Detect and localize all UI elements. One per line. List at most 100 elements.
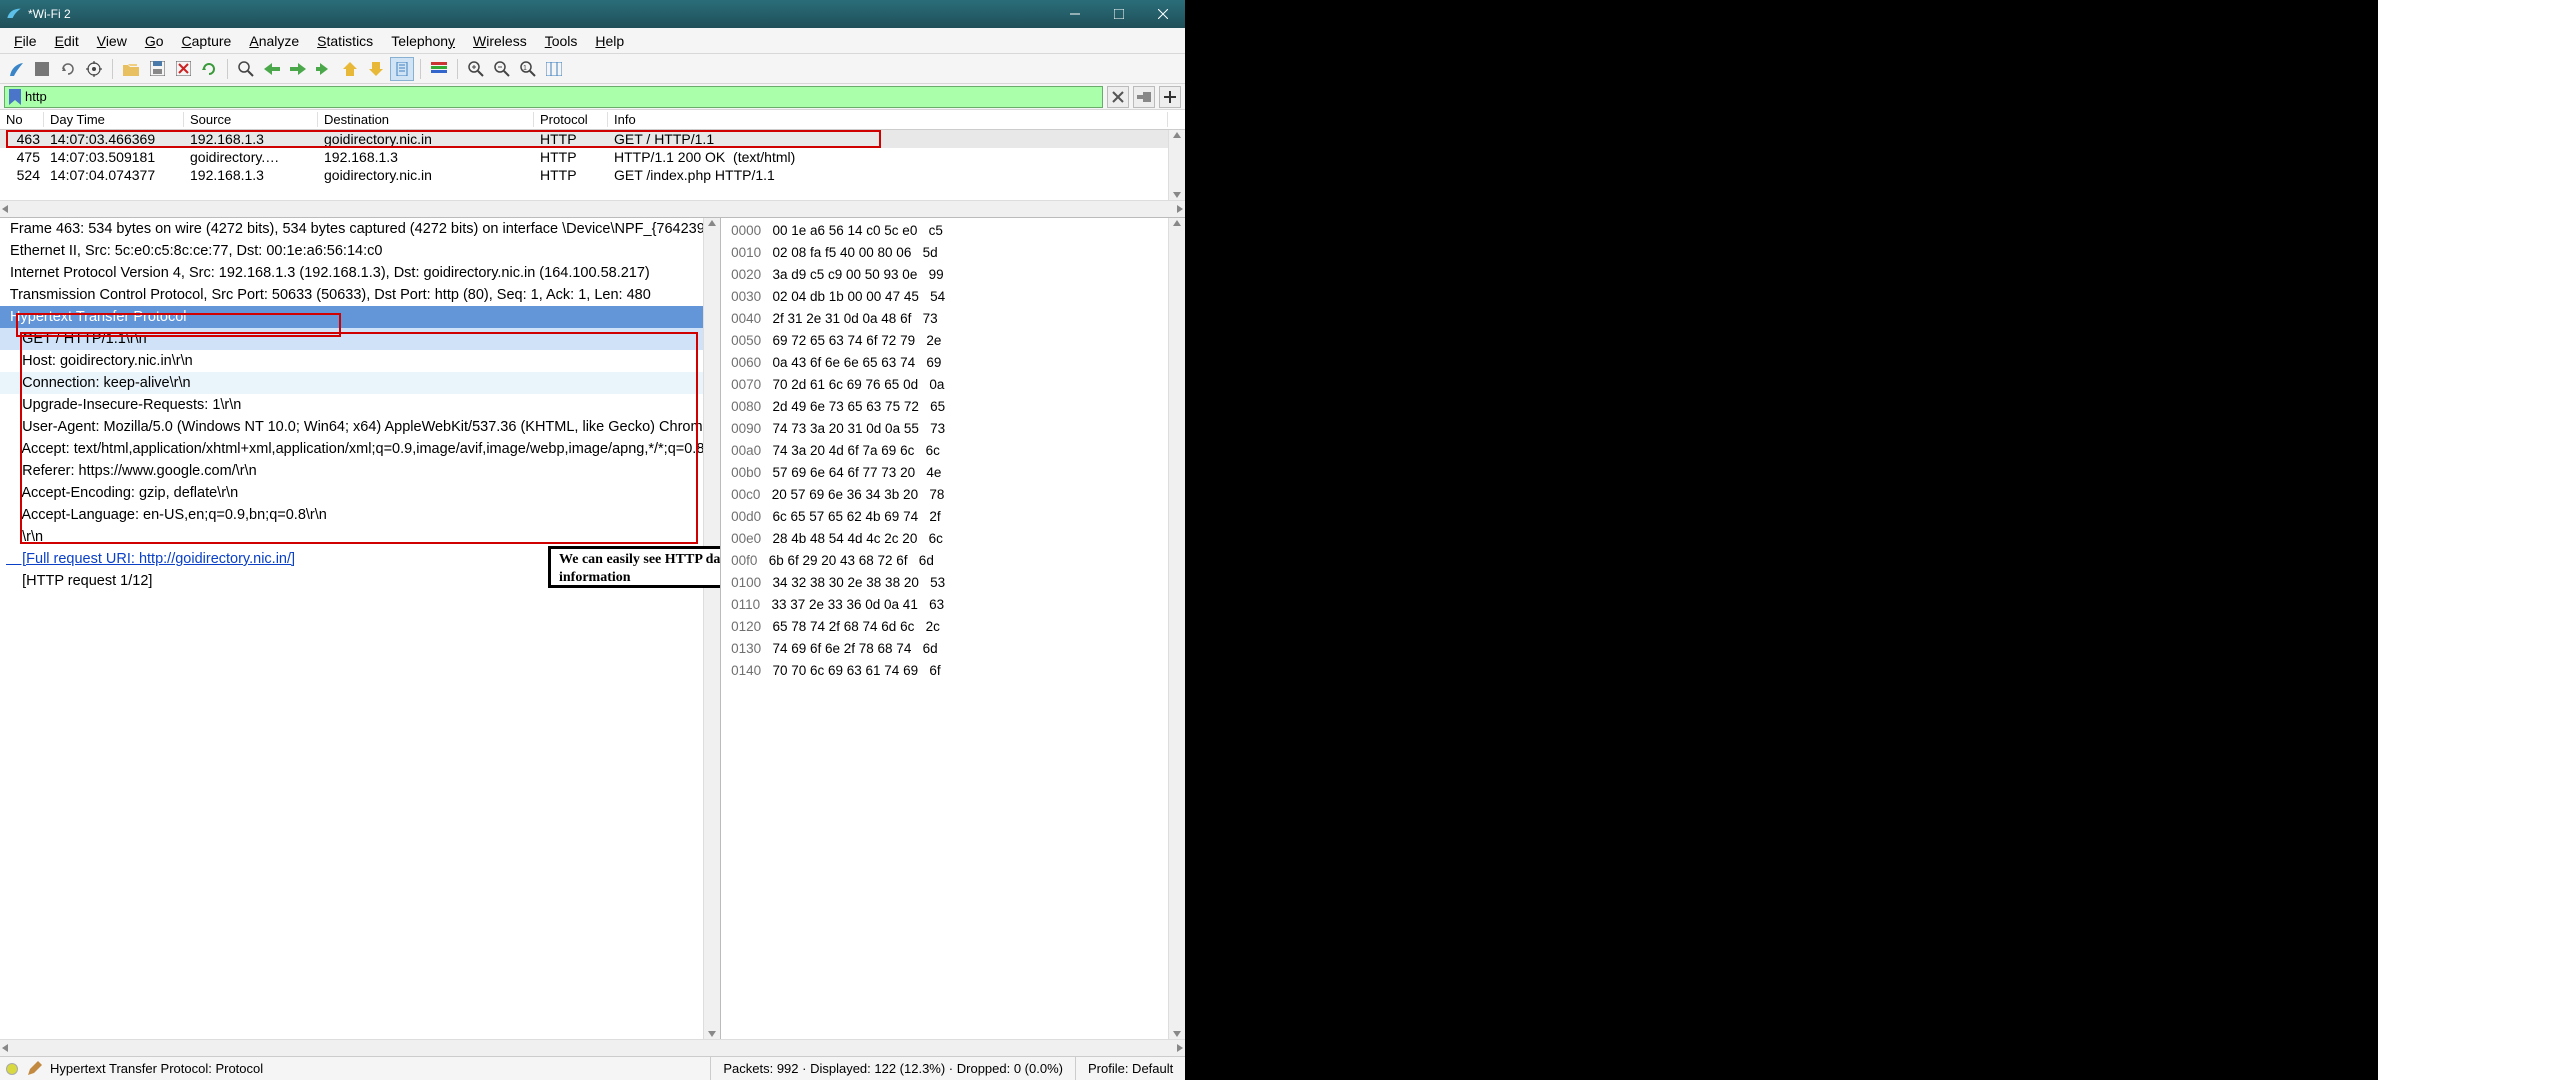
restart-capture-icon[interactable] [56,57,80,81]
hex-row[interactable]: 0010 02 08 fa f5 40 00 80 06 5d [731,242,1181,264]
status-profile[interactable]: Profile: Default [1075,1057,1185,1080]
packet-row[interactable]: 463 14:07:03.466369 192.168.1.3 goidirec… [0,130,1185,148]
zoom-reset-icon[interactable]: 1 [516,57,540,81]
hex-row[interactable]: 0020 3a d9 c5 c9 00 50 93 0e 99 [731,264,1181,286]
hex-row[interactable]: 0060 0a 43 6f 6e 6e 65 63 74 69 [731,352,1181,374]
col-source[interactable]: Source [184,112,318,127]
display-filter-input[interactable] [25,89,1102,104]
close-button[interactable] [1141,0,1185,28]
go-back-icon[interactable] [260,57,284,81]
menu-go[interactable]: Go [137,31,172,51]
window-title: *Wi-Fi 2 [28,7,71,21]
menu-file[interactable]: File [6,31,45,51]
apply-filter-button[interactable] [1133,86,1155,108]
stop-capture-icon[interactable] [30,57,54,81]
resize-columns-icon[interactable] [542,57,566,81]
vscrollbar[interactable] [1168,130,1185,200]
find-packet-icon[interactable] [234,57,258,81]
menu-analyze[interactable]: Analyze [241,31,307,51]
hscrollbar[interactable] [0,200,1185,217]
menu-view[interactable]: View [89,31,135,51]
save-file-icon[interactable] [145,57,169,81]
hex-row[interactable]: 00b0 57 69 6e 64 6f 77 73 20 4e [731,462,1181,484]
filter-expression-button[interactable] [1159,86,1181,108]
status-field-name: Hypertext Transfer Protocol: Protocol [50,1061,263,1076]
vscrollbar[interactable] [703,218,720,1039]
menu-statistics[interactable]: Statistics [309,31,381,51]
hex-row[interactable]: 0110 33 37 2e 33 36 0d 0a 41 63 [731,594,1181,616]
open-file-icon[interactable] [119,57,143,81]
packet-row[interactable]: 475 14:07:03.509181 goidirectory.… 192.1… [0,148,1185,166]
tree-connection[interactable]: Connection: keep-alive\r\n [0,372,720,394]
hex-row[interactable]: 0080 2d 49 6e 73 65 63 75 72 65 [731,396,1181,418]
tree-crlf[interactable]: \r\n [0,526,720,548]
go-to-packet-icon[interactable] [312,57,336,81]
tree-accept[interactable]: Accept: text/html,application/xhtml+xml,… [0,438,720,460]
titlebar: *Wi-Fi 2 [0,0,1185,28]
menu-telephony[interactable]: Telephony [383,31,463,51]
col-info[interactable]: Info [608,112,1168,127]
go-first-icon[interactable] [338,57,362,81]
tree-ip[interactable]: Internet Protocol Version 4, Src: 192.16… [0,262,720,284]
auto-scroll-icon[interactable] [390,57,414,81]
zoom-out-icon[interactable] [490,57,514,81]
hex-row[interactable]: 00d0 6c 65 57 65 62 4b 69 74 2f [731,506,1181,528]
hex-row[interactable]: 00a0 74 3a 20 4d 6f 7a 69 6c 6c [731,440,1181,462]
start-capture-icon[interactable] [4,57,28,81]
hex-row[interactable]: 0120 65 78 74 2f 68 74 6d 6c 2c [731,616,1181,638]
hscrollbar-detail[interactable] [0,1039,1185,1056]
clear-filter-button[interactable] [1107,86,1129,108]
hex-row[interactable]: 0140 70 70 6c 69 63 61 74 69 6f [731,660,1181,682]
hex-row[interactable]: 0040 2f 31 2e 31 0d 0a 48 6f 73 [731,308,1181,330]
tree-host[interactable]: Host: goidirectory.nic.in\r\n [0,350,720,372]
tree-frame[interactable]: Frame 463: 534 bytes on wire (4272 bits)… [0,218,720,240]
packet-bytes-pane[interactable]: 0000 00 1e a6 56 14 c0 5c e0 c50010 02 0… [721,218,1185,1039]
menu-wireless[interactable]: Wireless [465,31,535,51]
hex-row[interactable]: 0000 00 1e a6 56 14 c0 5c e0 c5 [731,220,1181,242]
tree-referer[interactable]: Referer: https://www.google.com/\r\n [0,460,720,482]
menu-tools[interactable]: Tools [537,31,586,51]
hex-row[interactable]: 0100 34 32 38 30 2e 38 38 20 53 [731,572,1181,594]
edit-capture-comment-icon[interactable] [26,1061,42,1077]
menu-edit[interactable]: Edit [47,31,87,51]
hex-row[interactable]: 0050 69 72 65 63 74 6f 72 79 2e [731,330,1181,352]
hex-row[interactable]: 0130 74 69 6f 6e 2f 78 68 74 6d [731,638,1181,660]
packet-list[interactable]: 463 14:07:03.466369 192.168.1.3 goidirec… [0,130,1185,200]
menu-help[interactable]: Help [587,31,632,51]
go-forward-icon[interactable] [286,57,310,81]
bookmark-icon[interactable] [5,89,25,105]
packet-list-header: No Day Time Source Destination Protocol … [0,110,1185,130]
tree-ethernet[interactable]: Ethernet II, Src: 5c:e0:c5:8c:ce:77, Dst… [0,240,720,262]
hex-row[interactable]: 0030 02 04 db 1b 00 00 47 45 54 [731,286,1181,308]
vscrollbar[interactable] [1168,218,1185,1039]
tree-accept-encoding[interactable]: Accept-Encoding: gzip, deflate\r\n [0,482,720,504]
maximize-button[interactable] [1097,0,1141,28]
tree-upgrade[interactable]: Upgrade-Insecure-Requests: 1\r\n [0,394,720,416]
tree-tcp[interactable]: Transmission Control Protocol, Src Port:… [0,284,720,306]
hex-row[interactable]: 0070 70 2d 61 6c 69 76 65 0d 0a [731,374,1181,396]
expert-info-icon[interactable] [6,1063,18,1075]
tree-request-line[interactable]: GET / HTTP/1.1\r\n [0,328,720,350]
menu-capture[interactable]: Capture [174,31,240,51]
hex-row[interactable]: 00e0 28 4b 48 54 4d 4c 2c 20 6c [731,528,1181,550]
hex-row[interactable]: 00c0 20 57 69 6e 36 34 3b 20 78 [731,484,1181,506]
tree-accept-language[interactable]: Accept-Language: en-US,en;q=0.9,bn;q=0.8… [0,504,720,526]
col-protocol[interactable]: Protocol [534,112,608,127]
hex-row[interactable]: 0090 74 73 3a 20 31 0d 0a 55 73 [731,418,1181,440]
reload-file-icon[interactable] [197,57,221,81]
colorize-icon[interactable] [427,57,451,81]
col-no[interactable]: No [0,112,44,127]
filter-bar [0,84,1185,110]
col-destination[interactable]: Destination [318,112,534,127]
packet-row[interactable]: 524 14:07:04.074377 192.168.1.3 goidirec… [0,166,1185,184]
col-time[interactable]: Day Time [44,112,184,127]
minimize-button[interactable] [1053,0,1097,28]
packet-details-pane[interactable]: HTTP GET We can easily see HTTP data lik… [0,218,721,1039]
capture-options-icon[interactable] [82,57,106,81]
zoom-in-icon[interactable] [464,57,488,81]
hex-row[interactable]: 00f0 6b 6f 29 20 43 68 72 6f 6d [731,550,1181,572]
tree-http[interactable]: Hypertext Transfer Protocol [0,306,720,328]
go-last-icon[interactable] [364,57,388,81]
tree-user-agent[interactable]: User-Agent: Mozilla/5.0 (Windows NT 10.0… [0,416,720,438]
close-file-icon[interactable] [171,57,195,81]
